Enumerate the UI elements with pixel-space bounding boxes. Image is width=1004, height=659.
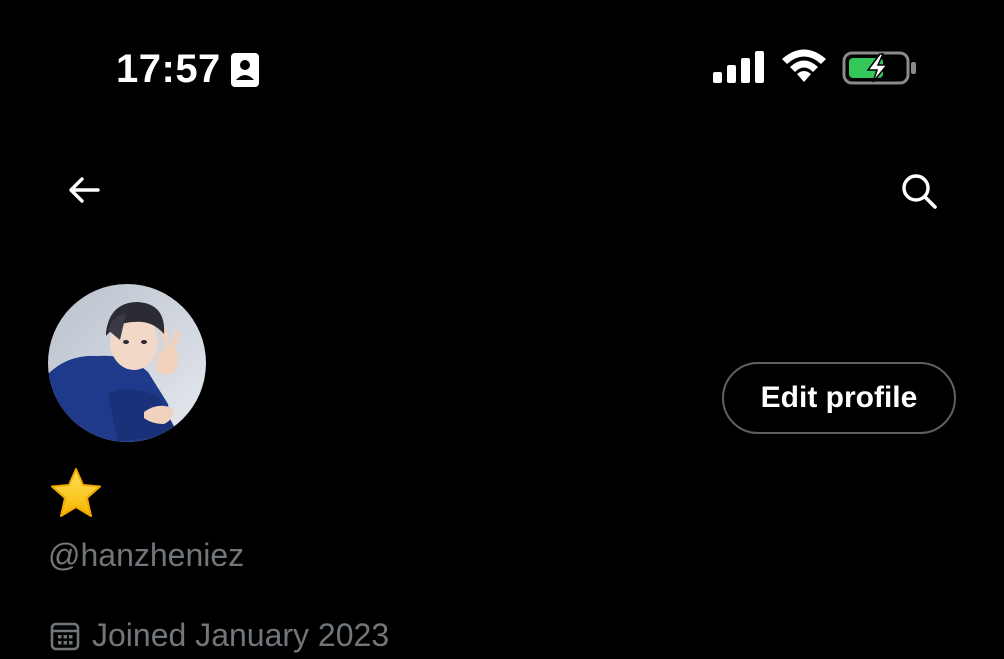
search-icon bbox=[902, 174, 937, 209]
contact-card-icon bbox=[231, 53, 259, 87]
wifi-icon bbox=[782, 49, 826, 82]
joined-date-text: Joined January 2023 bbox=[92, 617, 390, 653]
cellular-signal-icon bbox=[713, 51, 764, 83]
user-handle: @hanzheniez bbox=[48, 537, 245, 573]
search-button[interactable] bbox=[894, 166, 944, 216]
calendar-icon bbox=[50, 622, 80, 651]
arrow-left-icon bbox=[69, 177, 100, 203]
joined-date-row: Joined January 2023 bbox=[50, 614, 389, 656]
edit-profile-button[interactable]: Edit profile bbox=[722, 362, 956, 434]
star-emoji-icon bbox=[51, 468, 101, 517]
avatar-photo bbox=[48, 284, 206, 442]
display-name-star: ⭐ bbox=[48, 466, 104, 522]
back-button[interactable] bbox=[60, 168, 108, 212]
avatar[interactable] bbox=[46, 282, 208, 444]
battery-charging-icon bbox=[842, 51, 916, 85]
profile-screen: 17:57 Edit profile @hanzheniez Joined Ja… bbox=[0, 0, 1004, 659]
status-time: 17:57 bbox=[116, 47, 221, 91]
